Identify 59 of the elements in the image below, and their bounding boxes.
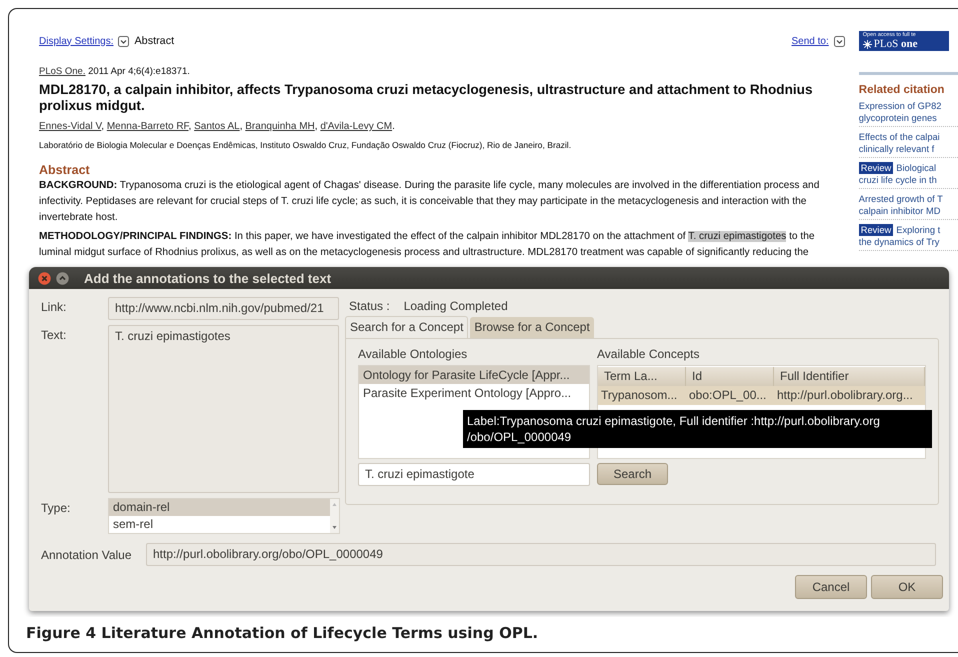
field-label: Text: xyxy=(41,327,68,344)
tooltip: Label:Trypanosoma cruzi epimastigote, Full identifier :http://purl.obolibrary.org /obo/OPL_0000049 xyxy=(463,410,932,448)
field-label: Annotation Value xyxy=(41,548,133,562)
abstract-paragraph: BACKGROUND: Trypanosoma cruzi is the etiological agent of Chagas' disease. During the parasite life cycle, many molecules are involved in the differentiation process and infectivity. Peptidases are relevant for crucial steps of T. cruzi life cycle; as such, it is conceivable that they may participate in the metacyclogenesis and interaction with the invertebrate host. xyxy=(39,179,820,225)
annotation-value-field[interactable]: http://purl.obolibrary.org/obo/OPL_0000049 xyxy=(146,543,936,566)
status-value: Loading Completed xyxy=(404,299,508,313)
field-label: Link: xyxy=(41,299,68,316)
tab[interactable]: Browse for a Concept xyxy=(470,317,594,338)
review-tag: Review xyxy=(858,162,894,174)
dialog-title: Add the annotations to the selected text xyxy=(84,270,332,286)
related-citation-link[interactable]: Expression of GP82 xyxy=(858,100,942,112)
related-citation-link[interactable]: glycoprotein genes xyxy=(858,112,937,124)
ontology-item[interactable]: Parasite Experiment Ontology [Appro... xyxy=(359,384,589,402)
dialog-button[interactable]: Cancel xyxy=(795,575,867,599)
author-link[interactable]: Santos AL xyxy=(194,121,240,132)
field-label: Type: xyxy=(41,500,72,517)
concepts-label: Available Concepts xyxy=(597,347,701,363)
author-link[interactable]: Ennes-Vidal V xyxy=(39,121,102,132)
abstract-heading: Abstract xyxy=(39,163,91,177)
citation-line: PLoS One. 2011 Apr 4;6(4):e18371. xyxy=(39,66,191,77)
journal-link[interactable]: PLoS One. xyxy=(39,66,86,77)
review-tag: Review xyxy=(858,224,894,236)
related-citation-link[interactable]: Arrested growth of T xyxy=(858,193,943,205)
article-title: MDL28170, a calpain inhibitor, affects Trypanosoma cruzi metacyclogenesis, ultrastructure and attachment to Rhodnius prolixus midgut. xyxy=(39,82,814,114)
abstract-paragraph: METHODOLOGY/PRINCIPAL FINDINGS: In this paper, we have investigated the effect of the calpain inhibitor MDL28170 on the attachment of T. cruzi epimastigotes to the luminal midgut surface of Rhodnius prolixus, as well as on the metacyclogenesis process and ultrastructure. MDL28170 treatment was capable of significantly reducing the xyxy=(39,230,816,260)
figure-caption: Figure 4 Literature Annotation of Lifecycle Terms using OPL. xyxy=(25,623,540,643)
affiliation-text: Laboratório de Biologia Molecular e Doenças Endêmicas, Instituto Oswaldo Cruz, Fundação Oswaldo Cruz (Fiocruz), Rio de Janeiro, Brazil. xyxy=(39,140,572,150)
related-citations-heading: Related citation xyxy=(858,84,946,96)
send-to-link[interactable]: Send to: xyxy=(792,36,829,46)
ontology-item[interactable]: Ontology for Parasite LifeCycle [Appr... xyxy=(359,366,589,384)
type-option[interactable]: sem-rel xyxy=(109,516,330,533)
display-format-text: Abstract xyxy=(134,35,174,47)
author-link[interactable]: Branquinha MH xyxy=(245,121,315,132)
dropdown-icon[interactable] xyxy=(118,36,130,46)
related-citation-link[interactable]: Exploring t xyxy=(896,224,940,236)
ontologies-label: Available Ontologies xyxy=(358,347,468,363)
related-citation-link[interactable]: Biological xyxy=(896,162,936,174)
related-citation-link[interactable]: calpain inhibitor MD xyxy=(858,205,940,217)
author-link[interactable]: d'Avila-Levy CM xyxy=(320,121,392,132)
dropdown-icon[interactable] xyxy=(834,36,845,46)
scrollbar-drawing[interactable] xyxy=(330,499,339,533)
status-label: Status : xyxy=(349,299,390,313)
related-citation-link[interactable]: clinically relevant f xyxy=(858,143,934,155)
author-link[interactable]: Menna-Barreto RF xyxy=(106,121,189,132)
minimize-icon[interactable] xyxy=(56,272,69,284)
search-field[interactable]: T. cruzi epimastigote xyxy=(358,463,590,486)
tab[interactable]: Search for a Concept xyxy=(345,316,468,338)
related-citation-link[interactable]: Effects of the calpai xyxy=(858,131,940,143)
author-list: Ennes-Vidal V, Menna-Barreto RF, Santos AL, Branquinha MH, d'Avila-Levy CM. xyxy=(39,121,845,132)
display-settings-link[interactable]: Display Settings: xyxy=(39,36,114,46)
concept-row[interactable]: Trypanosom... obo:OPL_00... http://purl.obolibrary.org... xyxy=(598,386,925,405)
related-citation-link[interactable]: the dynamics of Try xyxy=(858,236,940,248)
dialog-button[interactable]: OK xyxy=(871,575,943,599)
type-option[interactable]: domain-rel xyxy=(109,499,330,516)
search-button[interactable]: Search xyxy=(597,463,668,485)
text-area[interactable]: T. cruzi epimastigotes xyxy=(108,325,339,493)
close-icon[interactable] xyxy=(38,272,51,284)
link-field[interactable]: http://www.ncbi.nlm.nih.gov/pubmed/21 xyxy=(108,297,339,320)
related-citation-link[interactable]: cruzi life cycle in th xyxy=(858,174,937,186)
